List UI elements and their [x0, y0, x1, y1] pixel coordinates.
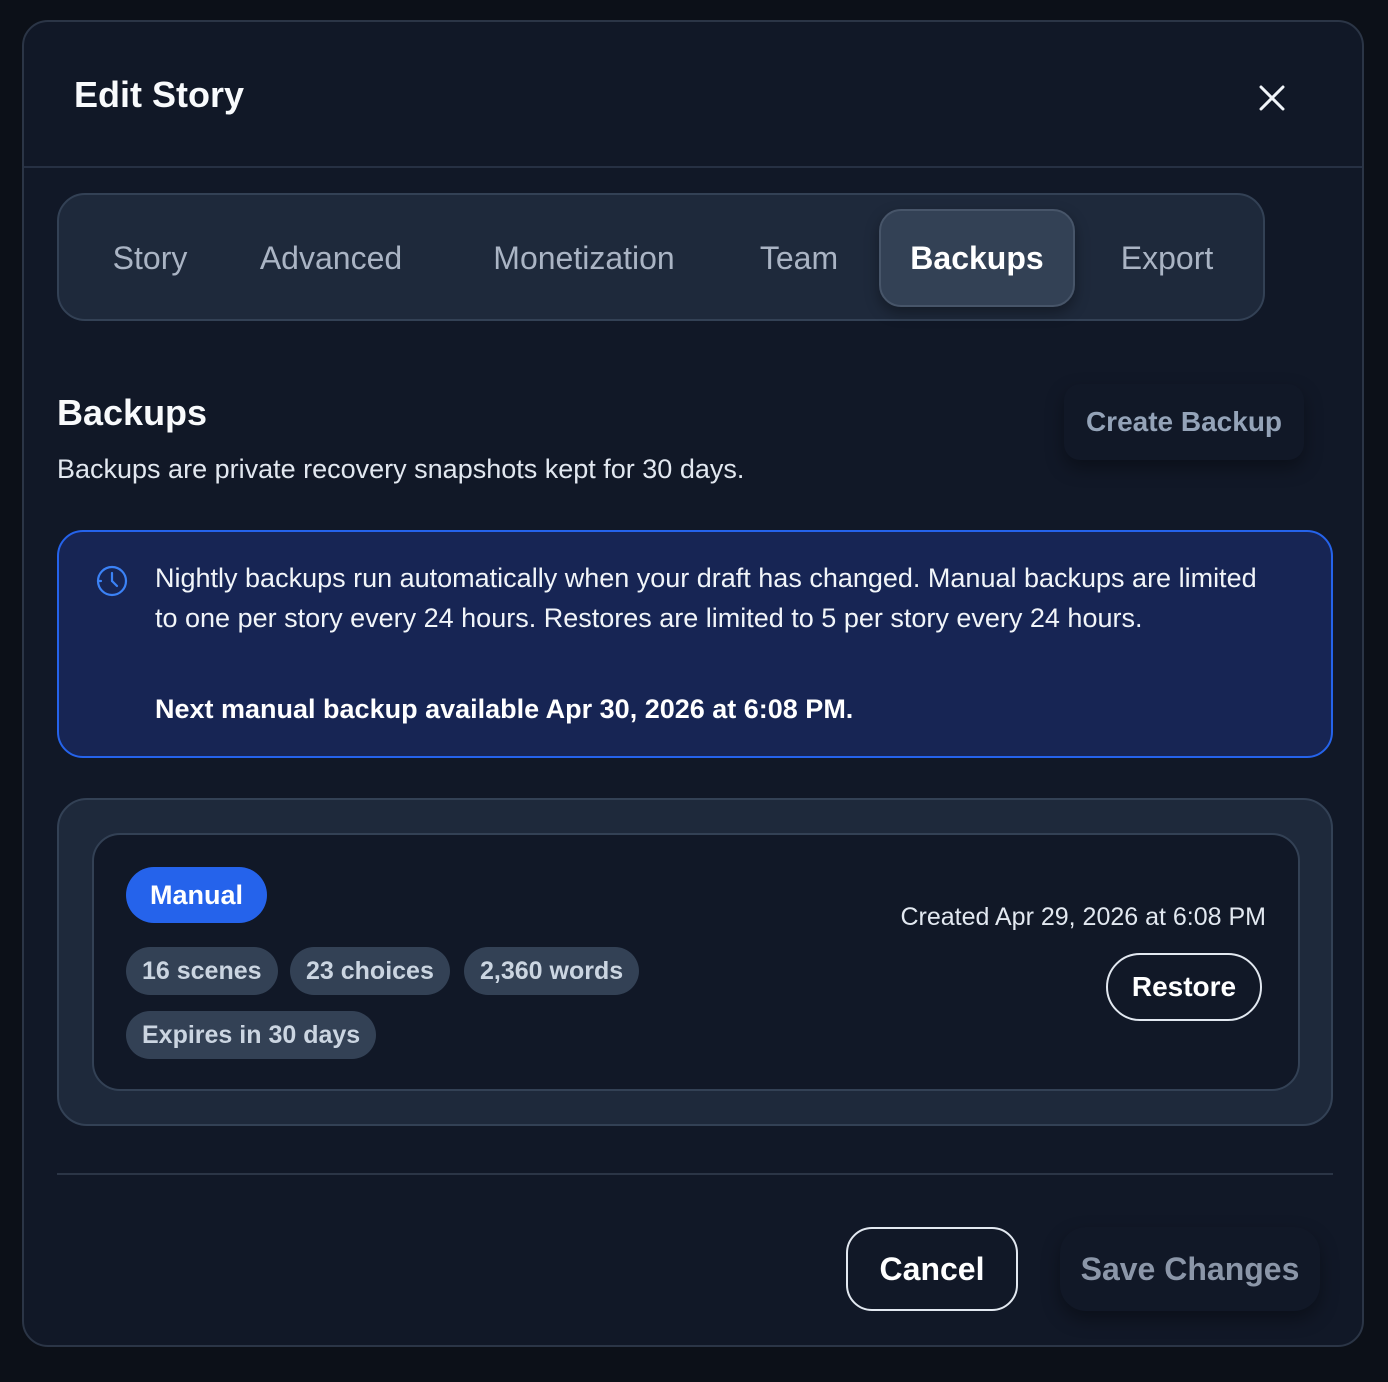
close-button[interactable]	[1250, 76, 1294, 120]
edit-story-modal: Edit Story Story Advanced Monetization T…	[22, 20, 1364, 1347]
footer-divider	[57, 1173, 1333, 1175]
section-title: Backups	[57, 392, 208, 433]
info-notice: Nightly backups run automatically when y…	[57, 530, 1333, 758]
modal-header: Edit Story	[24, 22, 1362, 168]
save-changes-button[interactable]: Save Changes	[1060, 1227, 1320, 1311]
expires-chip: Expires in 30 days	[126, 1011, 377, 1059]
tab-story[interactable]: Story	[89, 209, 211, 307]
tab-export[interactable]: Export	[1099, 209, 1235, 307]
backup-card: Manual 16 scenes 23 choices 2,360 words …	[92, 833, 1300, 1091]
tab-monetization[interactable]: Monetization	[469, 209, 699, 307]
info-text: Nightly backups run automatically when y…	[155, 563, 1257, 633]
next-backup-text: Next manual backup available Apr 30, 202…	[155, 694, 854, 724]
words-chip: 2,360 words	[464, 947, 640, 995]
backup-list: Manual 16 scenes 23 choices 2,360 words …	[57, 798, 1333, 1126]
restore-button[interactable]: Restore	[1106, 953, 1262, 1021]
tab-advanced[interactable]: Advanced	[245, 209, 417, 307]
clock-icon	[96, 565, 128, 597]
cancel-button[interactable]: Cancel	[846, 1227, 1018, 1311]
tab-backups[interactable]: Backups	[879, 209, 1075, 307]
tab-bar: Story Advanced Monetization Team Backups…	[57, 193, 1265, 321]
close-icon	[1259, 85, 1285, 111]
section-description: Backups are private recovery snapshots k…	[57, 454, 745, 484]
modal-title: Edit Story	[74, 74, 245, 115]
choices-chip: 23 choices	[290, 947, 450, 995]
backup-type-badge: Manual	[126, 867, 268, 923]
create-backup-button[interactable]: Create Backup	[1064, 384, 1304, 460]
scenes-chip: 16 scenes	[126, 947, 278, 995]
tab-team[interactable]: Team	[739, 209, 859, 307]
created-timestamp: Created Apr 29, 2026 at 6:08 PM	[900, 903, 1266, 931]
